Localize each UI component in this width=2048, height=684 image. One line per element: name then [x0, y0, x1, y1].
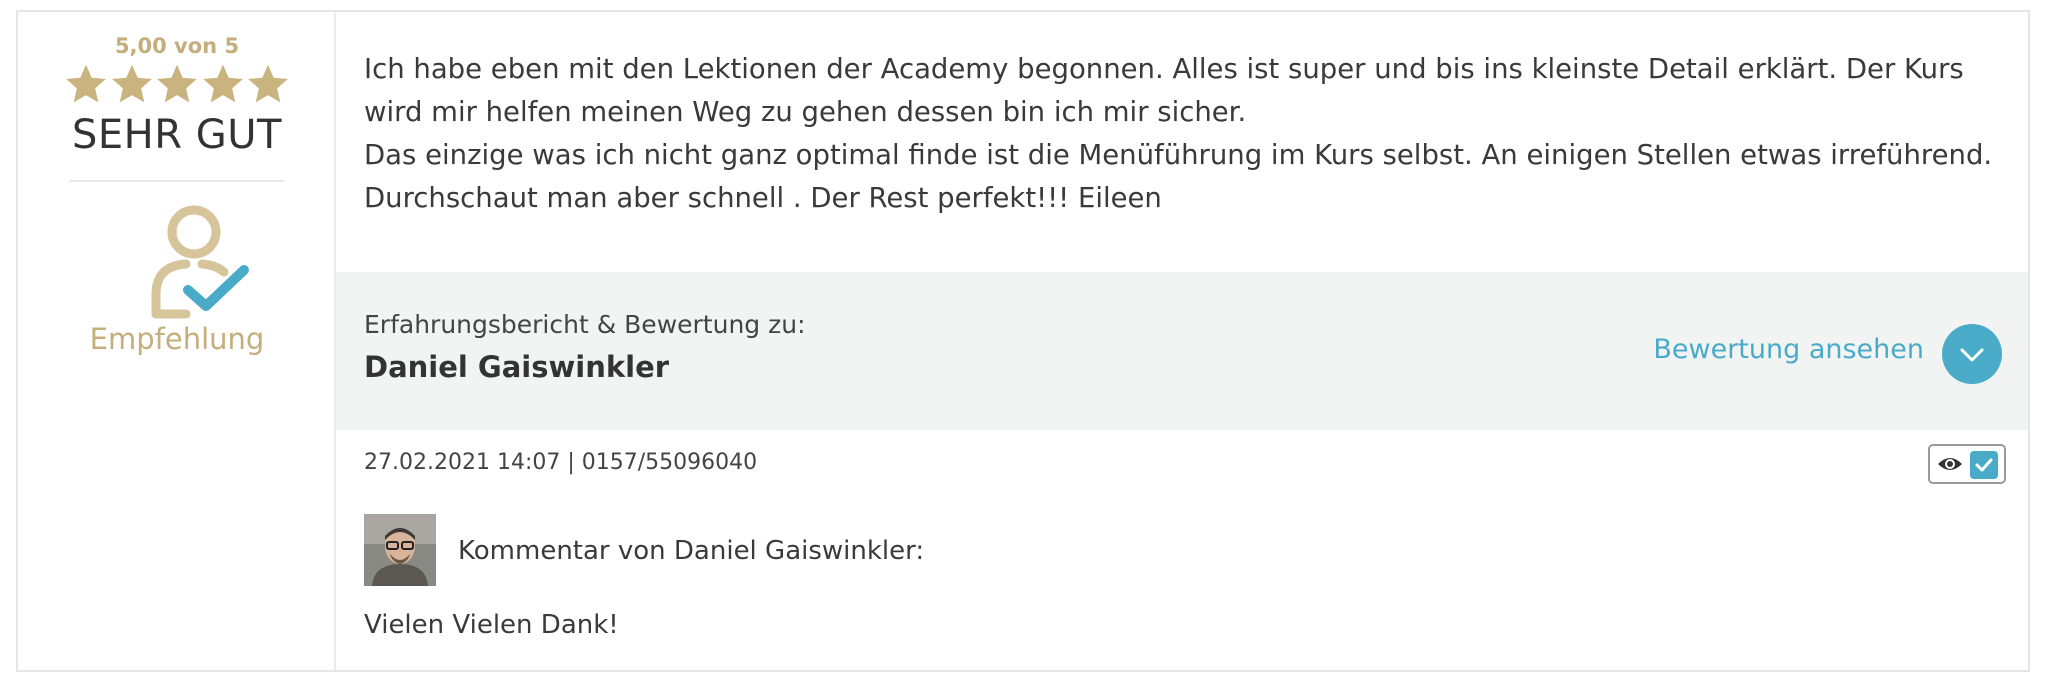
- avatar: [364, 514, 436, 586]
- view-review-link[interactable]: Bewertung ansehen: [1653, 334, 1924, 365]
- review-paragraph: Das einzige was ich nicht ganz optimal f…: [364, 139, 1993, 214]
- chevron-down-icon: [1960, 348, 1984, 362]
- review-paragraph: Ich habe eben mit den Lektionen der Acad…: [364, 53, 1964, 128]
- review-card: 5,00 von 5 SEHR GUT Empfehlung Ich habe …: [16, 10, 2030, 672]
- comment-header: Kommentar von Daniel Gaiswinkler:: [458, 536, 925, 566]
- star-rating: [64, 62, 290, 108]
- expand-review-button[interactable]: [1942, 324, 2002, 384]
- review-meta: 27.02.2021 14:07 | 0157/55096040: [364, 450, 758, 475]
- moderation-toggle[interactable]: [1928, 444, 2006, 484]
- score-text: 5,00 von 5: [114, 34, 240, 58]
- subject-label: Erfahrungsbericht & Bewertung zu:: [364, 310, 806, 339]
- recommendation-icon: [151, 205, 249, 319]
- star-icon: [157, 64, 197, 103]
- review-text: Ich habe eben mit den Lektionen der Acad…: [364, 48, 2024, 220]
- rating-label: SEHR GUT: [72, 112, 282, 158]
- star-icon: [111, 64, 152, 103]
- approved-checkbox[interactable]: [1970, 451, 1998, 479]
- recommendation-label: Empfehlung: [89, 322, 265, 356]
- star-icon: [66, 64, 106, 103]
- divider: [70, 180, 284, 182]
- comment-body: Vielen Vielen Dank!: [364, 610, 619, 640]
- subject-name: Daniel Gaiswinkler: [364, 350, 670, 384]
- eye-icon[interactable]: [1936, 454, 1964, 474]
- checkmark-icon: [1975, 458, 1993, 472]
- rating-column: 5,00 von 5 SEHR GUT Empfehlung: [18, 12, 336, 670]
- review-subject-bar: Erfahrungsbericht & Bewertung zu: Daniel…: [336, 272, 2028, 430]
- star-icon: [248, 64, 288, 103]
- star-icon: [202, 64, 243, 103]
